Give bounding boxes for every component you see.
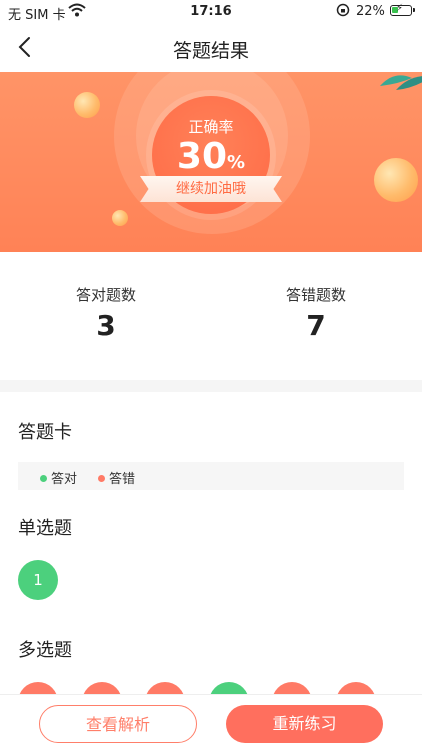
answer-legend: 答对 答错 bbox=[18, 462, 404, 490]
page-title: 答题结果 bbox=[172, 40, 249, 62]
battery-icon: ⚡ bbox=[390, 3, 415, 16]
wrong-count-value: 7 bbox=[306, 309, 326, 342]
accuracy-label: 正确率 bbox=[188, 118, 234, 136]
correct-count-value: 3 bbox=[96, 309, 116, 342]
answer-card-title: 答题卡 bbox=[18, 422, 72, 443]
decor-ball-small bbox=[112, 210, 128, 226]
battery-percent: 22% bbox=[356, 4, 385, 19]
correct-dot-icon bbox=[40, 475, 47, 482]
multi-choice-title: 多选题 bbox=[18, 640, 72, 661]
decor-ball-right bbox=[374, 158, 418, 202]
bottom-action-bar: 查看解析 重新练习 bbox=[0, 694, 422, 751]
legend-correct: 答对 bbox=[40, 468, 77, 487]
leaf-decoration-icon bbox=[380, 75, 422, 90]
decor-ball-left bbox=[74, 92, 100, 118]
encouragement-ribbon: 继续加油哦 bbox=[140, 176, 282, 202]
legend-wrong: 答错 bbox=[98, 468, 135, 487]
wrong-dot-icon bbox=[98, 475, 105, 482]
status-bar: 无 SIM 卡 17:16 22% ⚡ bbox=[0, 0, 422, 24]
view-analysis-button[interactable]: 查看解析 bbox=[39, 705, 197, 743]
legend-correct-label: 答对 bbox=[51, 472, 78, 487]
legend-wrong-label: 答错 bbox=[109, 472, 136, 487]
wrong-count-label: 答错题数 bbox=[285, 286, 346, 304]
single-choice-title: 单选题 bbox=[18, 518, 72, 539]
accuracy-value: 30% bbox=[152, 136, 270, 177]
correct-count: 答对题数 3 bbox=[26, 284, 186, 342]
retry-button[interactable]: 重新练习 bbox=[226, 705, 383, 743]
stats-panel: 答对题数 3 答错题数 7 bbox=[0, 252, 422, 380]
wrong-count: 答错题数 7 bbox=[236, 284, 396, 342]
nav-bar: 答题结果 bbox=[0, 24, 422, 72]
accuracy-number: 30 bbox=[176, 136, 228, 177]
question-circle[interactable]: 1 bbox=[18, 560, 58, 600]
rotation-lock-icon bbox=[336, 3, 350, 21]
correct-count-label: 答对题数 bbox=[75, 286, 136, 304]
section-divider bbox=[0, 380, 422, 392]
result-banner: 正确率 30% 继续加油哦 bbox=[0, 72, 422, 252]
accuracy-percent-sign: % bbox=[227, 152, 246, 173]
